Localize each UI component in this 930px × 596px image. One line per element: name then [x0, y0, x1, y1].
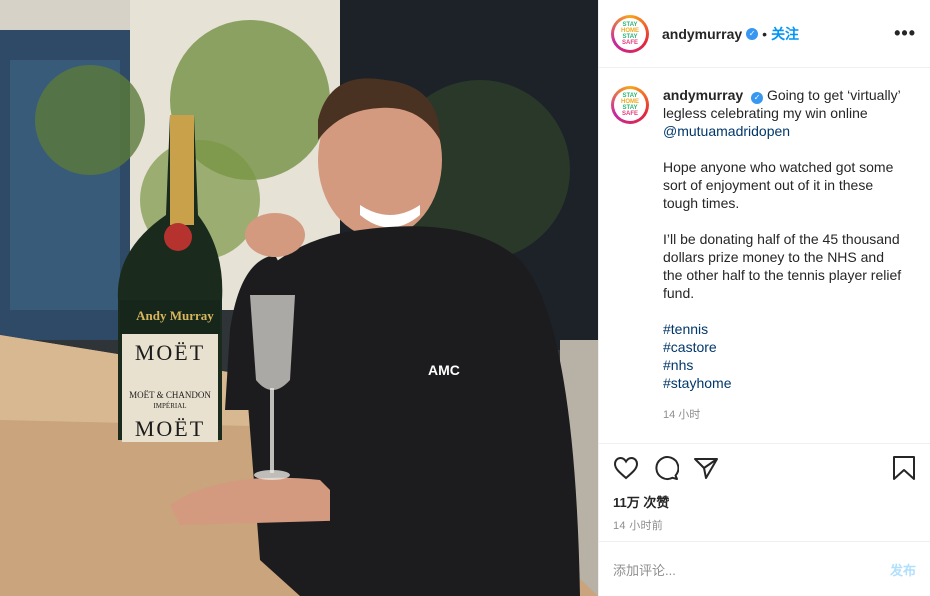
post-header: STAY HOME STAY SAFE andymurray ✓ • 关注 ••… — [599, 0, 930, 68]
bottle-label-top: MOËT — [134, 340, 206, 365]
caption-avatar-badge: STAY HOME STAY SAFE — [614, 89, 646, 121]
action-icons — [613, 452, 916, 484]
separator-dot: • — [762, 25, 768, 42]
photo-illustration — [0, 0, 598, 596]
caption-timestamp: 14 小时 — [663, 409, 701, 421]
share-icon[interactable] — [693, 456, 719, 480]
like-heart-icon[interactable] — [613, 456, 639, 480]
caption-verified-icon: ✓ — [751, 92, 764, 104]
caption-username-link[interactable]: andymurray — [663, 87, 743, 103]
caption-paragraph-2: Hope anyone who watched got some sort of… — [663, 159, 894, 211]
comment-box: 添加评论... 发布 — [599, 541, 930, 596]
hashtag-link[interactable]: #nhs — [663, 356, 903, 374]
avatar-badge: STAY HOME STAY SAFE — [614, 17, 646, 50]
more-options-icon[interactable]: ••• — [894, 23, 916, 44]
avatar[interactable]: STAY HOME STAY SAFE — [611, 14, 649, 53]
post-timestamp[interactable]: 14 小时前 — [613, 517, 916, 533]
bottle-brand-text: Andy Murray — [136, 308, 214, 323]
bottle-label-chandon: MOËT & CHANDON — [129, 390, 211, 400]
caption-area: STAY HOME STAY SAFE andymurray ✓ Going t… — [599, 68, 930, 443]
like-count[interactable]: 11万 次赞 — [613, 492, 916, 511]
caption-avatar-text-4: SAFE — [621, 111, 638, 117]
bottle-label-imperial: IMPÉRIAL — [153, 402, 187, 410]
post-side-panel: STAY HOME STAY SAFE andymurray ✓ • 关注 ••… — [598, 0, 930, 596]
follow-button[interactable]: 关注 — [771, 24, 799, 44]
caption-paragraph-3: I’ll be donating half of the 45 thousand… — [663, 231, 902, 301]
hoodie-logo: AMC — [428, 362, 460, 378]
post-viewer: Andy Murray MOËT MOËT & CHANDON IMPÉRIAL… — [0, 0, 930, 596]
comment-icon[interactable] — [653, 455, 679, 481]
hashtag-link[interactable]: #tennis — [663, 320, 903, 338]
comment-input[interactable]: 添加评论... — [613, 560, 676, 579]
mention-link[interactable]: @mutuamadridopen — [663, 122, 903, 140]
hashtag-link[interactable]: #stayhome — [663, 374, 903, 392]
username-link[interactable]: andymurray — [662, 26, 742, 42]
avatar-text-4: SAFE — [621, 39, 638, 46]
verified-icon: ✓ — [746, 27, 759, 40]
bookmark-icon[interactable] — [892, 455, 916, 481]
caption-text: andymurray ✓ Going to get ‘virtually’ le… — [663, 86, 903, 424]
hashtag-list: #tennis #castore #nhs #stayhome — [663, 320, 903, 392]
caption: STAY HOME STAY SAFE andymurray ✓ Going t… — [611, 86, 916, 424]
caption-paragraph-1: andymurray ✓ Going to get ‘virtually’ le… — [663, 86, 903, 140]
action-bar: 11万 次赞 14 小时前 — [599, 443, 930, 533]
bottle-label-bottom: MOËT — [134, 416, 206, 441]
caption-avatar[interactable]: STAY HOME STAY SAFE — [611, 86, 649, 124]
post-comment-button[interactable]: 发布 — [890, 560, 916, 579]
post-photo[interactable]: Andy Murray MOËT MOËT & CHANDON IMPÉRIAL… — [0, 0, 598, 596]
hashtag-link[interactable]: #castore — [663, 338, 903, 356]
